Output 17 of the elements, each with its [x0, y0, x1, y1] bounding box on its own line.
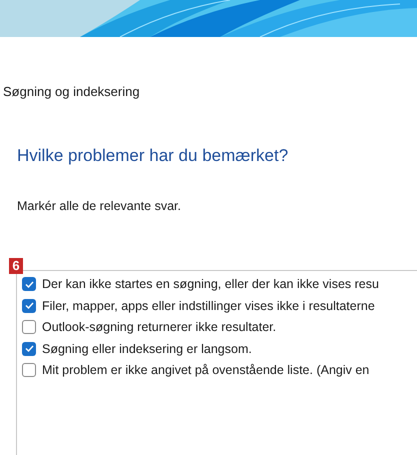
checkbox[interactable]: [22, 342, 36, 356]
checkbox[interactable]: [22, 277, 36, 291]
option-label: Outlook-søgning returnerer ikke resultater.: [42, 319, 276, 335]
checkmark-icon: [24, 302, 34, 309]
checkmark-icon: [24, 280, 34, 288]
option-label: Søgning eller indeksering er langsom.: [42, 340, 252, 356]
checkbox[interactable]: [22, 298, 36, 312]
option-label: Mit problem er ikke angivet på ovenstående liste. (Angiv en: [42, 362, 370, 378]
option-label: Filer, mapper, apps eller indstillinger vises ikke i resultaterne: [42, 298, 375, 314]
option-label: Der kan ikke startes en søgning, eller der kan ikke vises resu: [42, 276, 379, 292]
checkbox[interactable]: [22, 363, 36, 377]
instruction: Markér alle de relevante svar.: [16, 198, 182, 214]
step-badge: 6: [9, 258, 23, 274]
checkmark-icon: [24, 345, 34, 352]
heading: Hvilke problemer har du bemærket?: [16, 145, 290, 167]
checkbox[interactable]: [22, 320, 36, 334]
window-title: Søgning og indeksering: [2, 84, 141, 100]
